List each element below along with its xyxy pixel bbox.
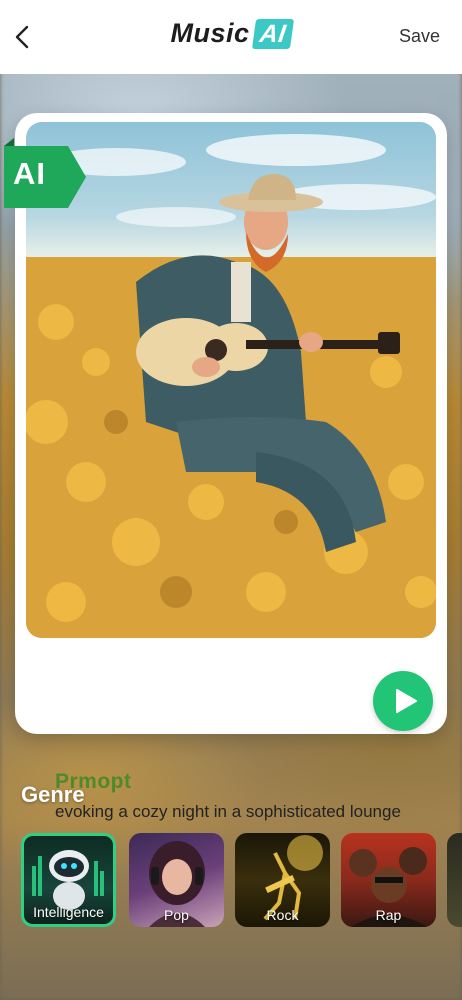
total-time: 00:30 <box>319 711 350 725</box>
current-time: 00:12 <box>63 711 94 725</box>
save-button[interactable]: Save <box>399 26 440 47</box>
progress-bar[interactable] <box>50 696 348 709</box>
genre-label: Rock <box>266 907 299 923</box>
progress-thumb[interactable] <box>172 696 186 709</box>
genre-label: Pop <box>164 907 189 923</box>
genre-tile-intelligence[interactable]: Intelligence <box>21 833 116 927</box>
progress-fill <box>50 701 179 704</box>
genre-tile-rap[interactable]: Rap <box>341 833 436 927</box>
ai-ribbon-label: AI <box>13 156 46 191</box>
genre-tile-partial[interactable] <box>447 833 462 927</box>
play-button[interactable] <box>373 671 433 731</box>
genre-tile-pop[interactable]: Pop <box>129 833 224 927</box>
genre-label: Rap <box>375 907 402 923</box>
cover-artwork <box>26 122 436 638</box>
prompt-text: evoking a cozy night in a sophisticated … <box>55 802 401 821</box>
artwork-illustration <box>26 134 436 638</box>
top-bar: Music AI Save <box>0 0 462 74</box>
ai-title-badge: AI <box>251 19 294 49</box>
genre-tile-rock[interactable]: Rock <box>235 833 330 927</box>
app-title: Music AI <box>0 18 462 49</box>
genre-list: Intelligence Pop Rock Rap <box>21 833 462 929</box>
genre-heading: Genre <box>21 782 85 807</box>
app-title-text: Music <box>170 18 250 48</box>
genre-label: Intelligence <box>33 904 104 920</box>
play-icon <box>396 689 417 713</box>
